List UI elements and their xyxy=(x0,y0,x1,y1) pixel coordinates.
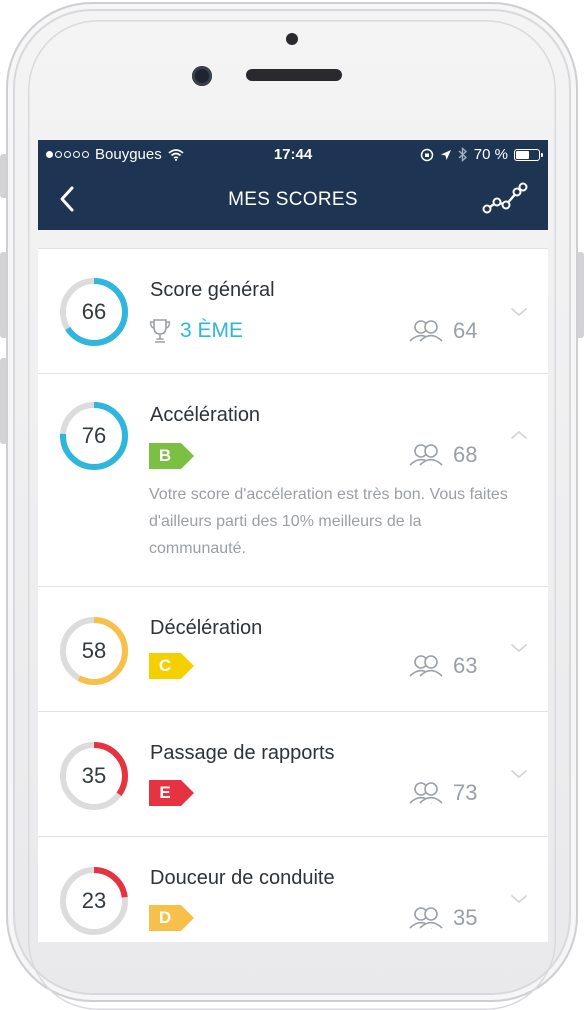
grade-badge: E xyxy=(149,780,195,806)
community-count: 63 xyxy=(407,653,477,679)
chevron-down-icon[interactable] xyxy=(510,642,528,654)
community-icon xyxy=(409,320,443,342)
grade-badge: C xyxy=(149,653,195,679)
score-title: Accélération xyxy=(150,404,261,426)
bluetooth-icon xyxy=(458,147,467,162)
community-count: 64 xyxy=(407,318,477,344)
community-value: 68 xyxy=(453,442,478,467)
navigation-bar: MES SCORES xyxy=(38,170,548,230)
score-title: Score général xyxy=(150,279,275,301)
score-title: Passage de rapports xyxy=(150,742,335,764)
rank-badge: 3 ÈME xyxy=(148,317,243,345)
score-value: 76 xyxy=(81,423,107,448)
app-screen: Bouygues 17:44 70 % MES SCORES 66 Score … xyxy=(38,140,548,942)
community-value: 63 xyxy=(453,653,478,678)
chevron-down-icon[interactable] xyxy=(510,306,528,318)
earpiece-speaker xyxy=(246,69,342,81)
page-title: MES SCORES xyxy=(228,189,358,210)
score-item-gear-shifting[interactable]: 35 Passage de rapports E 73 xyxy=(38,712,548,837)
status-bar: Bouygues 17:44 70 % xyxy=(38,140,548,170)
community-count: 73 xyxy=(407,780,477,806)
volume-up-button xyxy=(0,252,6,338)
line-chart-icon[interactable] xyxy=(482,182,528,216)
score-value: 66 xyxy=(81,299,107,324)
grade-letter: B xyxy=(158,446,172,465)
score-item-general[interactable]: 66 Score général 3 ÈME 64 xyxy=(38,249,548,374)
chevron-down-icon[interactable] xyxy=(510,893,528,905)
community-icon xyxy=(409,444,443,466)
battery-icon xyxy=(514,148,543,161)
score-value: 58 xyxy=(81,638,107,663)
score-item-driving-smoothness[interactable]: 23 Douceur de conduite D 35 xyxy=(38,837,548,942)
chevron-up-icon[interactable] xyxy=(510,429,528,441)
grade-badge: D xyxy=(149,905,195,931)
community-icon xyxy=(409,907,443,929)
community-value: 64 xyxy=(453,318,478,343)
chevron-down-icon[interactable] xyxy=(510,768,528,780)
score-item-deceleration[interactable]: 58 Décélération C 63 xyxy=(38,587,548,712)
community-icon xyxy=(409,655,443,677)
score-list: 66 Score général 3 ÈME 64 76 Accélératio… xyxy=(38,248,548,942)
volume-down-button xyxy=(0,358,6,444)
front-camera xyxy=(192,66,212,86)
grade-letter: C xyxy=(158,656,172,675)
power-button xyxy=(578,252,584,338)
community-icon xyxy=(409,782,443,804)
score-value: 35 xyxy=(81,763,107,788)
mute-switch xyxy=(0,154,6,198)
score-value: 23 xyxy=(81,888,107,913)
battery-percent: 70 % xyxy=(473,146,508,163)
community-value: 73 xyxy=(453,780,478,805)
grade-badge: B xyxy=(149,443,195,469)
score-title: Décélération xyxy=(150,617,263,639)
community-count: 35 xyxy=(407,905,477,931)
trophy-icon xyxy=(149,319,171,343)
community-value: 35 xyxy=(453,905,478,930)
location-arrow-icon xyxy=(440,149,451,160)
community-count: 68 xyxy=(407,442,477,468)
rotation-lock-icon xyxy=(420,148,434,161)
score-title: Douceur de conduite xyxy=(150,867,335,889)
proximity-sensor xyxy=(286,33,298,45)
grade-letter: D xyxy=(158,908,172,927)
grade-letter: E xyxy=(159,783,171,802)
score-description: Votre score d'accéleration est très bon.… xyxy=(149,486,508,557)
rank-text: 3 ÈME xyxy=(180,319,244,342)
score-item-acceleration[interactable]: 76 Accélération B 68 Votre score d'accél… xyxy=(38,374,548,587)
